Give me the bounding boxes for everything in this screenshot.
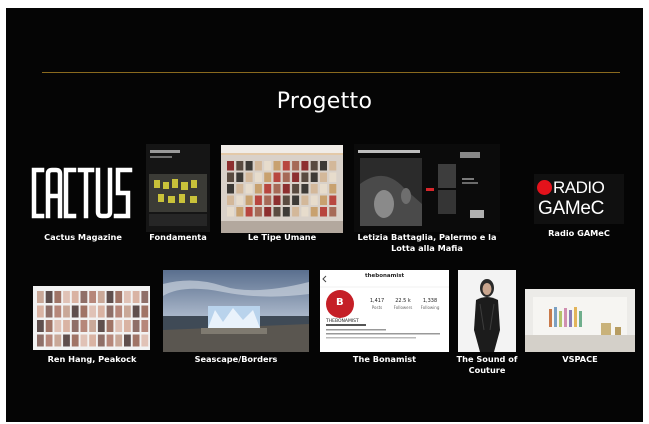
presentation-slide: Progetto Cactus Magazine Fondamenta Le T… (6, 8, 643, 422)
cactus-magazine-logo[interactable] (28, 160, 136, 226)
radio-logo-line1: RADIO (553, 178, 605, 197)
seascape-image (163, 270, 309, 352)
bonamist-followers-value: 22.5 k (395, 298, 411, 304)
sound-of-couture-image (458, 270, 516, 352)
label-cactus: Cactus Magazine (44, 232, 122, 242)
fondamenta-thumbnail[interactable] (146, 144, 210, 232)
label-seascape: Seascape/Borders (194, 354, 278, 364)
label-vspace: VSPACE (562, 354, 598, 364)
letizia-battaglia-thumbnail[interactable] (354, 144, 500, 232)
bonamist-posts-label: Posts (371, 305, 383, 310)
bonamist-following-value: 1,338 (422, 298, 438, 304)
label-radio-gamec: Radio GAMeC (548, 228, 610, 238)
ren-hang-thumbnail[interactable] (33, 286, 150, 350)
radio-logo-line2: GAMeC (538, 198, 605, 219)
label-tipe-umane: Le Tipe Umane (247, 232, 317, 242)
red-dot-icon (537, 180, 552, 195)
label-sound-of-couture: The Sound of Couture (456, 354, 518, 375)
le-tipe-umane-thumbnail[interactable] (221, 145, 343, 233)
label-fondamenta: Fondamenta (149, 232, 207, 242)
letizia-battaglia-image (354, 144, 500, 232)
bonamist-avatar-text: B (336, 297, 344, 308)
bonamist-thumbnail[interactable]: thebonamist B 1,417 Posts 22.5 k Followe… (320, 270, 449, 352)
vspace-image (525, 289, 635, 352)
bonamist-name: THEBONAMIST (326, 319, 359, 324)
bonamist-posts-value: 1,417 (369, 298, 385, 304)
ren-hang-image (33, 286, 150, 350)
bonamist-profile-image (320, 270, 449, 352)
title-rule (42, 72, 620, 73)
bonamist-followers-label: Followers (393, 305, 413, 310)
seascape-borders-thumbnail[interactable] (163, 270, 309, 352)
label-ren-hang: Ren Hang, Peakock (47, 354, 137, 364)
bonamist-handle: thebonamist (365, 273, 405, 279)
cactus-logo-icon (31, 167, 133, 219)
slide-title: Progetto (276, 89, 373, 114)
sound-of-couture-thumbnail[interactable] (458, 270, 516, 352)
le-tipe-umane-image (221, 145, 343, 233)
radio-gamec-logo[interactable]: RADIO GAMeC (534, 174, 624, 224)
label-bonamist: The Bonamist (352, 354, 417, 364)
vspace-thumbnail[interactable] (525, 289, 635, 352)
fondamenta-image (146, 144, 210, 232)
label-letizia-battaglia: Letizia Battaglia, Palermo e la Lotta al… (357, 232, 497, 253)
bonamist-following-label: Following (420, 305, 440, 310)
